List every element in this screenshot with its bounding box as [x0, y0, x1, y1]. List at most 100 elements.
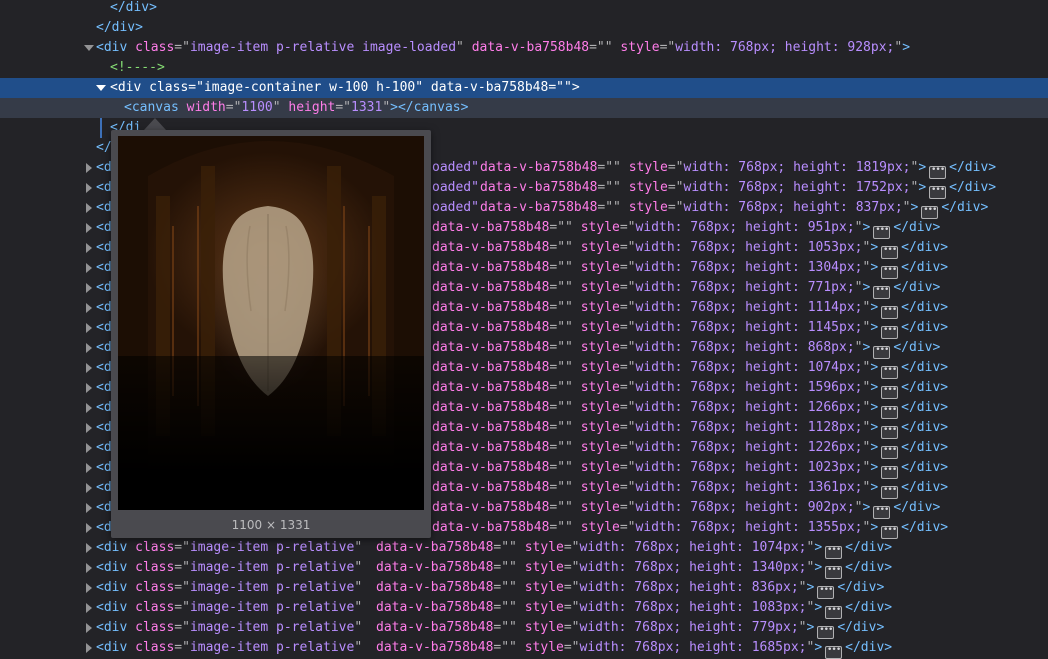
code-token: >	[870, 440, 879, 455]
expand-triangle-icon[interactable]	[86, 263, 92, 273]
expand-triangle-icon[interactable]	[86, 583, 92, 593]
code-token: =""	[493, 640, 517, 655]
expand-triangle-icon[interactable]	[86, 243, 92, 253]
code-token: =""	[597, 160, 621, 175]
image-shadow	[118, 360, 424, 510]
expand-triangle-icon[interactable]	[86, 443, 92, 453]
code-token: =""	[493, 600, 517, 615]
expand-triangle-icon[interactable]	[86, 183, 92, 193]
expand-triangle-icon[interactable]	[86, 503, 92, 513]
dom-node-image-item-expanded[interactable]: <div class="image-item p-relative image-…	[0, 38, 1048, 58]
close-div-tag: </	[96, 140, 112, 155]
expand-triangle-icon[interactable]	[86, 403, 92, 413]
code-token: =""	[549, 280, 573, 295]
code-token: data-v-ba758b48	[376, 580, 494, 595]
code-token: =""	[549, 480, 573, 495]
code-token: ="	[174, 540, 190, 555]
code-token: >	[870, 360, 879, 375]
expand-triangle-icon[interactable]	[86, 603, 92, 613]
dom-node-image-item[interactable]: <div class="image-item p-relative" data-v…	[0, 618, 1048, 639]
code-token: "	[854, 220, 863, 235]
code-token: >	[814, 600, 823, 615]
expand-triangle-icon[interactable]	[86, 543, 92, 553]
collapse-triangle-icon[interactable]	[84, 45, 94, 51]
dom-node-image-item[interactable]: <div class="image-item p-relative" data-v…	[0, 558, 1048, 579]
expand-triangle-icon[interactable]	[86, 223, 92, 233]
code-token: style	[580, 340, 620, 355]
code-token: >	[862, 340, 871, 355]
expand-triangle-icon[interactable]	[86, 483, 92, 493]
code-token: width: 768px; height: 1083px;	[579, 600, 807, 615]
code-token: style	[524, 540, 564, 555]
expand-triangle-icon[interactable]	[86, 463, 92, 473]
comment-node[interactable]: <!---->	[0, 58, 1048, 78]
code-token: style	[524, 640, 564, 655]
close-div-line[interactable]: </div>	[0, 0, 1048, 18]
code-token: ="	[619, 260, 636, 275]
expand-triangle-icon[interactable]	[86, 163, 92, 173]
code-token: ="	[174, 640, 190, 655]
dom-node-image-item[interactable]: <div class="image-item p-relative" data-v…	[0, 578, 1048, 599]
node-attributes: data-v-ba758b48="" style="width: 768px; …	[376, 578, 884, 599]
node-markup: <div class="image-item p-relative image-…	[96, 40, 911, 55]
code-token: ="	[667, 180, 684, 195]
code-token: style	[580, 520, 620, 535]
expand-triangle-icon[interactable]	[86, 343, 92, 353]
code-token: =""	[549, 340, 573, 355]
node-attributes: data-v-ba758b48="" style="width: 768px; …	[432, 238, 949, 259]
expand-triangle-icon[interactable]	[86, 423, 92, 433]
dom-node-image-item[interactable]: <div class="image-item p-relative" data-v…	[0, 638, 1048, 659]
expand-triangle-icon[interactable]	[86, 523, 92, 533]
code-token: ="	[563, 560, 580, 575]
node-markup: <div class="image-item p-relative" data-v…	[96, 558, 892, 579]
code-token: </div>	[901, 240, 949, 255]
code-token: >	[918, 160, 927, 175]
expand-triangle-icon[interactable]	[86, 203, 92, 213]
expand-triangle-icon[interactable]	[86, 303, 92, 313]
code-token: width: 768px; height: 1226px;	[635, 440, 863, 455]
node-attributes: data-v-ba758b48="" style="width: 768px; …	[432, 318, 948, 339]
expand-triangle-icon[interactable]	[86, 283, 92, 293]
dom-node-canvas[interactable]: <canvas width="1100" height="1331"></can…	[0, 98, 1048, 118]
code-token: width: 768px; height: 1074px;	[579, 540, 807, 555]
collapse-triangle-icon[interactable]	[96, 85, 106, 91]
code-token: ="	[563, 580, 580, 595]
code-token: width: 768px; height: 1752px;	[683, 180, 911, 195]
code-token: width: 768px; height: 1304px;	[635, 260, 863, 275]
code-token: =""	[597, 180, 621, 195]
node-markup: <div class="image-item p-relative" data-v…	[96, 538, 892, 559]
code-token: width: 768px; height: 868px;	[635, 340, 855, 355]
code-token: class	[135, 640, 175, 655]
expand-triangle-icon[interactable]	[86, 623, 92, 633]
code-token: width: 768px; height: 1819px;	[683, 160, 911, 175]
dom-node-image-container-selected[interactable]: <div class="image-container w-100 h-100"…	[0, 78, 1048, 98]
node-markup: <canvas width="1100" height="1331"></can…	[124, 100, 469, 115]
collapsed-children-button[interactable]: •••	[825, 646, 843, 659]
code-token: ="	[667, 200, 684, 215]
code-token: data-v-ba758b48	[432, 260, 550, 275]
code-token: style	[580, 480, 620, 495]
code-token: =""	[549, 500, 573, 515]
close-div-line[interactable]: </div>	[0, 18, 1048, 38]
code-token: style	[580, 380, 620, 395]
code-token: data-v-ba758b48	[480, 200, 598, 215]
expand-triangle-icon[interactable]	[86, 563, 92, 573]
expand-triangle-icon[interactable]	[86, 363, 92, 373]
code-token: image-item p-relative	[189, 620, 355, 635]
dom-node-image-item[interactable]: <div class="image-item p-relative" data-v…	[0, 538, 1048, 559]
code-token: oaded"	[432, 200, 479, 215]
node-attributes: data-v-ba758b48="" style="width: 768px; …	[432, 498, 940, 519]
code-token: data-v-ba758b48	[432, 360, 550, 375]
expand-triangle-icon[interactable]	[86, 383, 92, 393]
dom-node-image-item[interactable]: <div class="image-item p-relative" data-v…	[0, 598, 1048, 619]
expand-triangle-icon[interactable]	[86, 643, 92, 653]
code-token: >	[806, 580, 815, 595]
node-attributes: data-v-ba758b48="" style="width: 768px; …	[480, 198, 988, 219]
expand-triangle-icon[interactable]	[86, 323, 92, 333]
code-token: </div>	[901, 260, 949, 275]
node-attributes: data-v-ba758b48="" style="width: 768px; …	[376, 538, 892, 559]
